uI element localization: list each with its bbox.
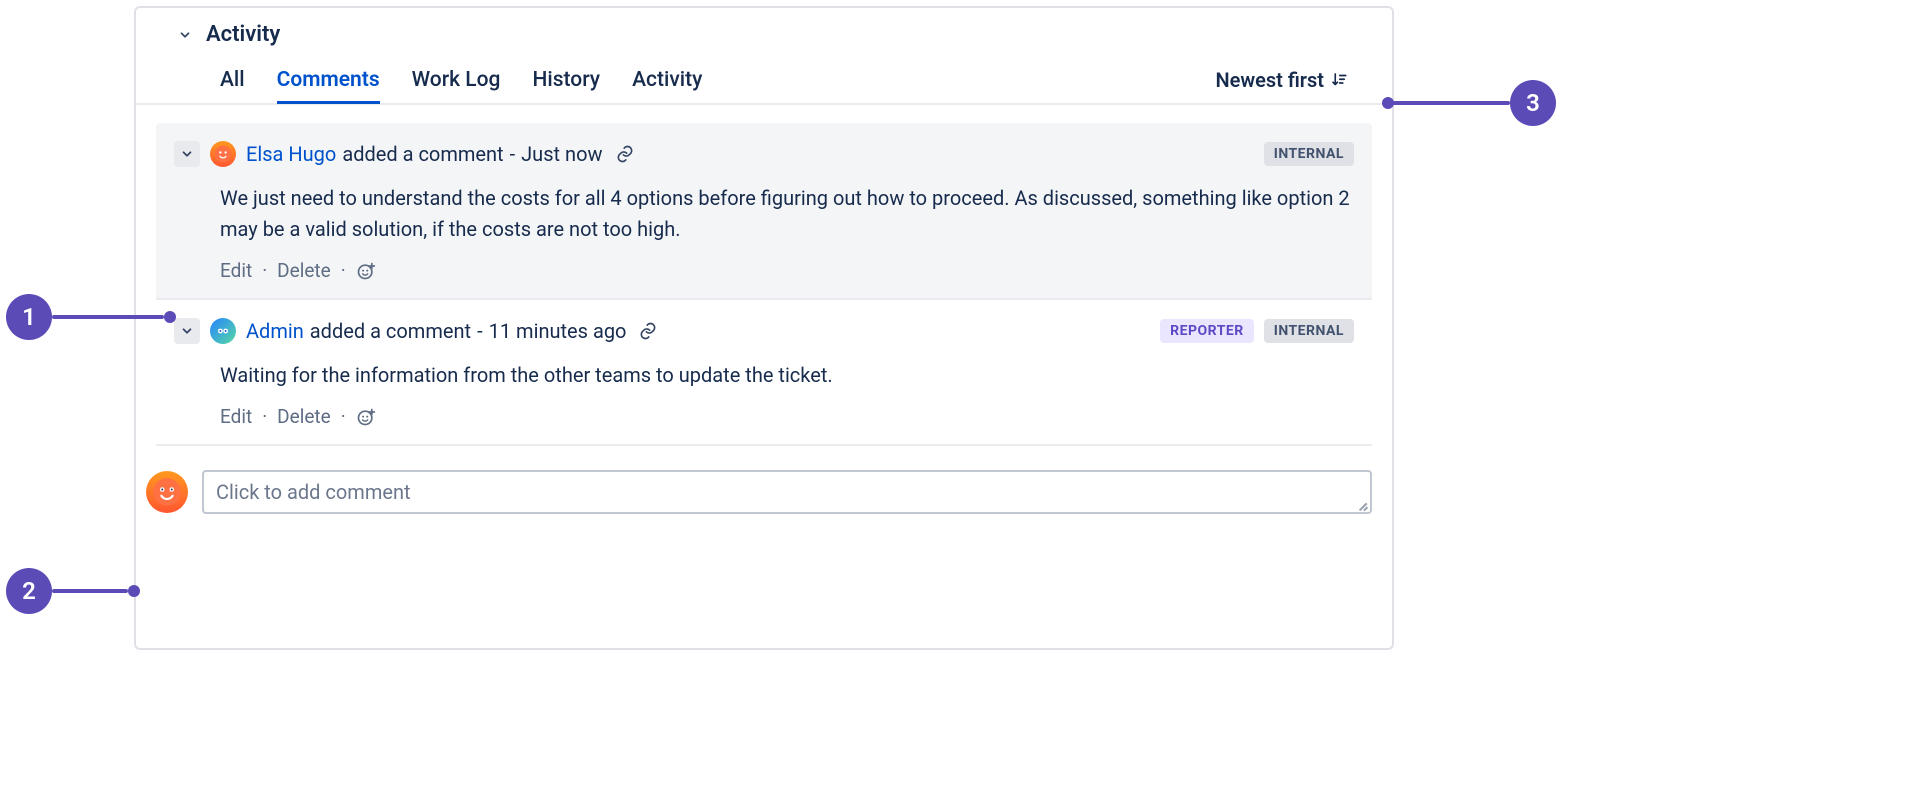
face-icon: [214, 145, 232, 163]
comment-timestamp: Just now: [521, 142, 602, 166]
chevron-down-icon: [180, 147, 194, 161]
avatar: [210, 141, 236, 167]
permalink-button[interactable]: [638, 321, 658, 341]
tab-all[interactable]: All: [220, 58, 245, 104]
add-comment-input[interactable]: Click to add comment: [202, 470, 1372, 514]
section-title: Activity: [206, 22, 280, 47]
meta-separator: -: [510, 142, 516, 166]
annotation-line: [52, 315, 164, 319]
tab-activity[interactable]: Activity: [632, 58, 702, 104]
badge-internal: INTERNAL: [1264, 142, 1354, 166]
collapse-section-button[interactable]: [174, 24, 196, 46]
edit-button[interactable]: Edit: [220, 405, 252, 428]
annotation-line: [1392, 101, 1510, 105]
delete-button[interactable]: Delete: [277, 259, 331, 282]
annotation-line: [52, 589, 128, 593]
reaction-icon: [356, 407, 376, 427]
sort-label: Newest first: [1215, 68, 1324, 92]
chevron-down-icon: [180, 324, 194, 338]
face-icon: [152, 477, 182, 507]
delete-button[interactable]: Delete: [277, 405, 331, 428]
annotation-dot: [164, 311, 176, 323]
comment-meta: Elsa Hugo added a comment - Just now: [246, 142, 635, 166]
author-link[interactable]: Elsa Hugo: [246, 142, 336, 166]
comment-actions: Edit · Delete ·: [174, 259, 1354, 282]
tab-history[interactable]: History: [532, 58, 600, 104]
current-user-avatar: [146, 471, 188, 513]
owl-icon: [214, 322, 232, 340]
sort-desc-icon: [1330, 71, 1348, 89]
activity-tabs-row: All Comments Work Log History Activity N…: [136, 57, 1392, 105]
add-comment-row: Click to add comment: [136, 446, 1392, 514]
tab-worklog[interactable]: Work Log: [412, 58, 501, 104]
chevron-down-icon: [178, 28, 192, 42]
separator-dot: ·: [341, 259, 346, 282]
annotation-callout-3: 3: [1510, 80, 1556, 126]
separator-dot: ·: [262, 405, 267, 428]
meta-separator: -: [477, 319, 483, 343]
link-icon: [638, 321, 658, 341]
annotation-callout-2: 2: [6, 568, 52, 614]
add-reaction-button[interactable]: [356, 407, 376, 427]
annotation-dot: [1382, 97, 1394, 109]
badge-internal: INTERNAL: [1264, 319, 1354, 343]
separator-dot: ·: [262, 259, 267, 282]
separator-dot: ·: [341, 405, 346, 428]
tab-comments[interactable]: Comments: [277, 58, 380, 104]
edit-button[interactable]: Edit: [220, 259, 252, 282]
sort-toggle[interactable]: Newest first: [1215, 68, 1354, 92]
comment-timestamp: 11 minutes ago: [489, 319, 627, 343]
comment-action-text: added a comment: [342, 142, 503, 166]
activity-panel: Activity All Comments Work Log History A…: [134, 6, 1394, 650]
author-link[interactable]: Admin: [246, 319, 304, 343]
annotation-callout-1: 1: [6, 294, 52, 340]
comment-body: Waiting for the information from the oth…: [174, 344, 1354, 405]
permalink-button[interactable]: [615, 144, 635, 164]
comment-header: Elsa Hugo added a comment - Just now INT…: [174, 141, 1354, 167]
collapse-comment-button[interactable]: [174, 318, 200, 344]
collapse-comment-button[interactable]: [174, 141, 200, 167]
annotation-dot: [128, 585, 140, 597]
link-icon: [615, 144, 635, 164]
add-reaction-button[interactable]: [356, 261, 376, 281]
comment-body: We just need to understand the costs for…: [174, 167, 1354, 259]
activity-header: Activity: [136, 22, 1392, 57]
comment-action-text: added a comment: [310, 319, 471, 343]
comment-actions: Edit · Delete ·: [174, 405, 1354, 428]
comment-badges: INTERNAL: [1264, 142, 1354, 166]
comment-item: Admin added a comment - 11 minutes ago R…: [156, 300, 1372, 446]
add-comment-placeholder: Click to add comment: [216, 480, 411, 504]
comment-item: Elsa Hugo added a comment - Just now INT…: [156, 123, 1372, 300]
avatar: [210, 318, 236, 344]
comment-header: Admin added a comment - 11 minutes ago R…: [174, 318, 1354, 344]
resize-handle-icon[interactable]: [1356, 498, 1368, 510]
comment-meta: Admin added a comment - 11 minutes ago: [246, 319, 658, 343]
reaction-icon: [356, 261, 376, 281]
activity-tabs: All Comments Work Log History Activity: [220, 57, 702, 103]
comment-badges: REPORTER INTERNAL: [1160, 319, 1354, 343]
badge-reporter: REPORTER: [1160, 319, 1254, 343]
